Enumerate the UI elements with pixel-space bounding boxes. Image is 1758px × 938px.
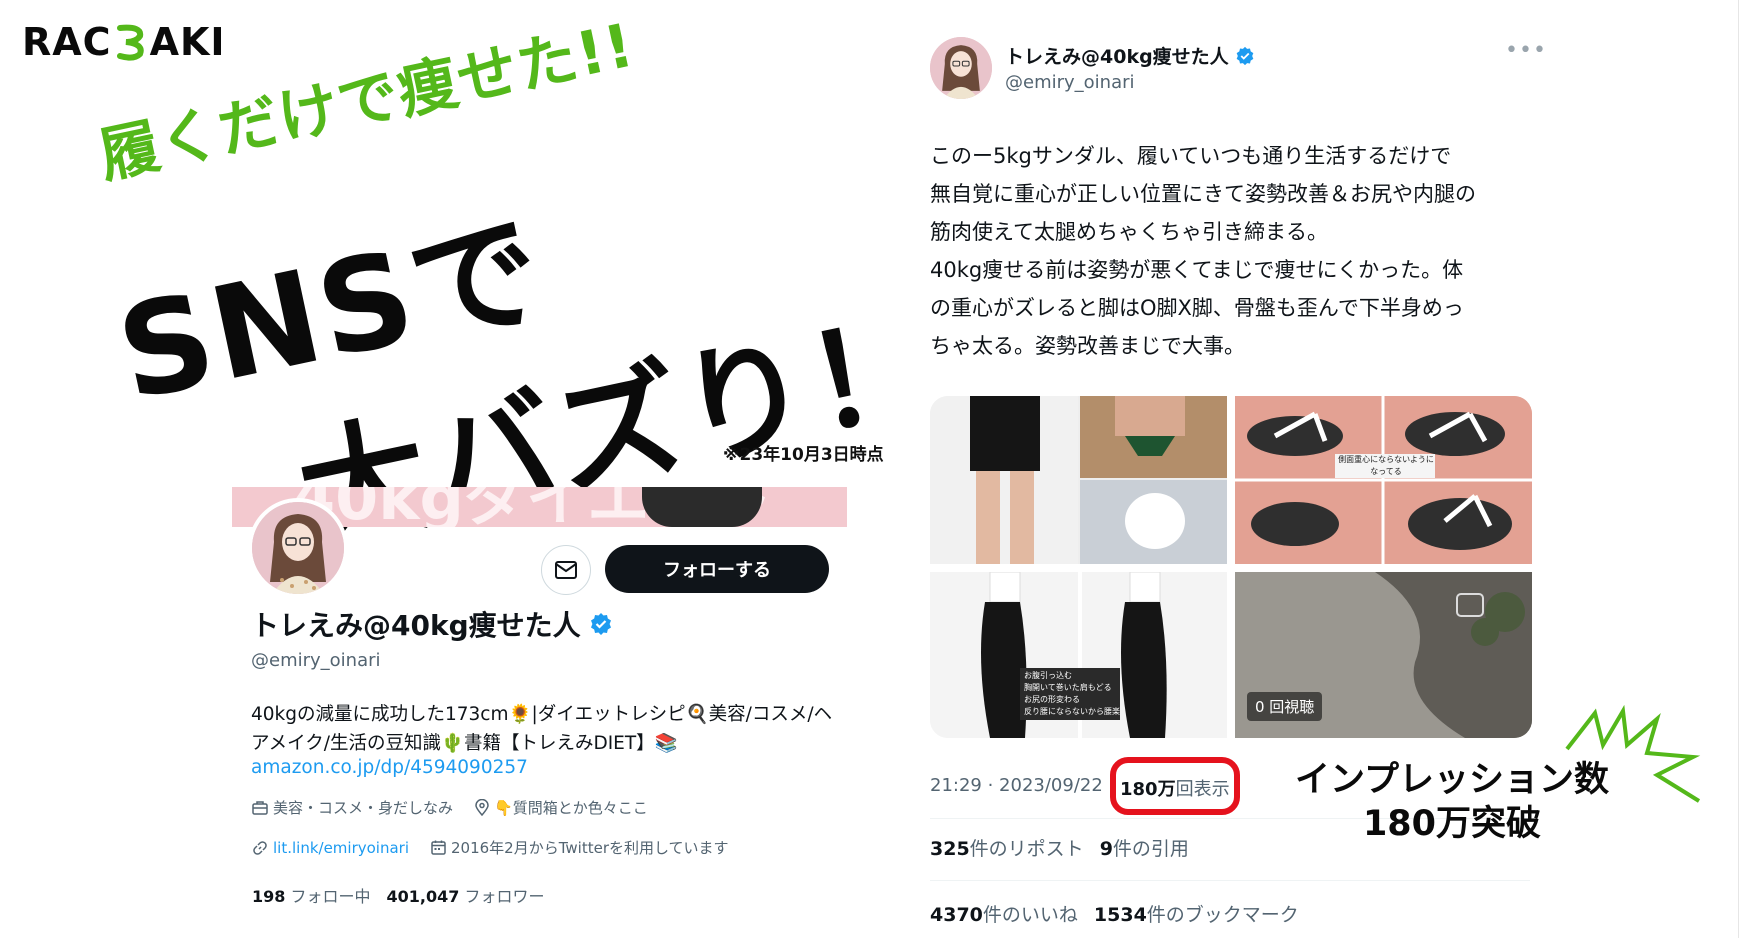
followers-link[interactable]: 401,047 フォロワー — [387, 883, 545, 907]
bookmarks-count: 1534 — [1093, 904, 1147, 926]
following-count: 198 — [252, 887, 286, 906]
profile-category-text: 美容・コスメ・身だしなみ — [273, 799, 454, 817]
divider — [930, 880, 1530, 881]
bookmarks-link[interactable]: 1534件のブックマーク — [1094, 900, 1299, 927]
quotes-count: 9 — [1099, 838, 1113, 860]
views-highlight-box — [1110, 757, 1240, 815]
bookmarks-label: 件のブックマーク — [1146, 904, 1299, 926]
tweet-text: このー5kgサンダル、履いていつも通り生活するだけで 無自覚に重心が正しい位置に… — [930, 137, 1540, 365]
tweet-line: ちゃ太る。姿勢改善まじで大事。 — [930, 334, 1245, 358]
date-note: ※23年10月3日時点 — [723, 445, 884, 465]
following-link[interactable]: 198 フォロー中 — [252, 883, 371, 907]
profile-name-text: トレえみ@40kg痩せた人 — [251, 609, 581, 642]
followers-label: フォロワー — [464, 887, 545, 906]
location-pin-icon — [475, 799, 489, 816]
avatar-illustration-icon — [930, 37, 992, 99]
media-image-1[interactable] — [930, 396, 1227, 564]
link-icon — [253, 840, 267, 855]
profile-location: 👇質問箱とか色々ここ — [475, 797, 648, 818]
profile-category: 美容・コスメ・身だしなみ — [252, 797, 453, 818]
profile-name: トレえみ@40kg痩せた人 — [251, 604, 613, 644]
media-image-2[interactable]: 側面重心にならないように なってる — [1235, 396, 1532, 564]
profile-bio-link[interactable]: amazon.co.jp/dp/4594090257 — [251, 757, 528, 778]
tweet-line: 筋肉使えて太腿めちゃくちゃ引き締まる。 — [930, 220, 1328, 244]
followers-count: 401,047 — [386, 887, 460, 906]
right-edge-panel — [1738, 0, 1758, 938]
profile-joined: 2016年2月からTwitterを利用しています — [431, 837, 729, 858]
verified-badge-icon — [1236, 46, 1254, 65]
impression-callout-line2: 180万突破 — [1362, 804, 1541, 844]
sandals-photo-icon — [1235, 396, 1532, 564]
envelope-icon — [555, 561, 577, 579]
media-video[interactable]: 0 回視聴 — [1235, 572, 1532, 738]
verified-badge-icon — [590, 613, 611, 635]
racbaki-logo: RAC AKI — [22, 20, 226, 64]
message-button[interactable] — [541, 545, 591, 595]
reposts-link[interactable]: 325件のリポスト — [930, 834, 1084, 861]
media-caption: なってる — [1370, 467, 1402, 476]
tweet-line: 40kg痩せる前は姿勢が悪くてまじで痩せにくかった。体 — [930, 258, 1464, 282]
tweet-stats-row1: 325件のリポスト 9件の引用 — [930, 834, 1189, 861]
profile-joined-text: 2016年2月からTwitterを利用しています — [451, 839, 729, 857]
video-view-count: 0 回視聴 — [1247, 692, 1323, 721]
profile-avatar[interactable] — [248, 498, 348, 598]
profile-follow-counts: 198 フォロー中 401,047 フォロワー — [252, 883, 545, 907]
quotes-label: 件の引用 — [1112, 838, 1189, 860]
briefcase-icon — [252, 801, 268, 815]
reposts-label: 件のリポスト — [969, 838, 1084, 860]
media-caption: お尻の形変わる — [1024, 695, 1080, 704]
media-caption: 胸開いて巻いた肩もどる — [1024, 683, 1112, 692]
tweet-line: このー5kgサンダル、履いていつも通り生活するだけで — [930, 144, 1452, 168]
banner-figure — [642, 487, 762, 527]
impression-callout-line1: インプレッション数 — [1295, 760, 1609, 800]
follow-button[interactable]: フォローする — [605, 545, 829, 593]
profile-location-text: 👇質問箱とか色々ここ — [494, 799, 648, 817]
profile-meta-row1: 美容・コスメ・身だしなみ 👇質問箱とか色々ここ — [252, 797, 648, 818]
following-label: フォロー中 — [290, 887, 371, 906]
logo-swirl-icon — [116, 24, 144, 61]
media-caption: 反り腰にならないから腰楽 — [1024, 707, 1120, 716]
logo-text-left: RAC — [22, 20, 112, 64]
tweet-media-grid: 側面重心にならないように なってる お腹引っ込む 胸開いて巻いた肩もどる お尻の… — [930, 396, 1532, 738]
tweet-author-handle[interactable]: @emiry_oinari — [1005, 72, 1135, 93]
tweet-author-name[interactable]: トレえみ@40kg痩せた人 — [1005, 42, 1255, 69]
likes-label: 件のいいね — [982, 904, 1078, 926]
calendar-icon — [431, 840, 446, 855]
more-options-icon[interactable]: ••• — [1505, 38, 1547, 63]
media-caption: お腹引っ込む — [1024, 671, 1072, 680]
avatar-illustration-icon — [252, 502, 344, 594]
tweet-timestamp[interactable]: 21:29 · 2023/09/22 · — [930, 775, 1114, 796]
tweet-author-name-text: トレえみ@40kg痩せた人 — [1005, 46, 1229, 68]
profile-handle: @emiry_oinari — [251, 650, 381, 671]
media-image-3[interactable]: お腹引っ込む 胸開いて巻いた肩もどる お尻の形変わる 反り腰にならないから腰楽 — [930, 572, 1227, 738]
likes-link[interactable]: 4370件のいいね — [930, 900, 1078, 927]
tweet-stats-row2: 4370件のいいね 1534件のブックマーク — [930, 900, 1299, 927]
tweet-line: 無自覚に重心が正しい位置にきて姿勢改善＆お尻や内腿の — [930, 182, 1476, 206]
quotes-link[interactable]: 9件の引用 — [1100, 834, 1189, 861]
logo-text-right: AKI — [149, 20, 226, 64]
profile-bio: 40kgの減量に成功した173cm🌻|ダイエットレシピ🍳美容/コスメ/ヘアメイク… — [251, 704, 833, 754]
profile-url[interactable]: lit.link/emiryoinari — [252, 837, 409, 858]
impression-callout: インプレッション数 180万突破 — [1295, 758, 1609, 846]
media-caption: 側面重心にならないように — [1338, 455, 1434, 464]
likes-count: 4370 — [930, 904, 983, 926]
tweet-line: の重心がズレると脚はO脚X脚、骨盤も歪んで下半身めっ — [930, 296, 1464, 320]
profile-url-text[interactable]: lit.link/emiryoinari — [273, 839, 409, 857]
tweet-avatar[interactable] — [930, 37, 992, 99]
reposts-count: 325 — [930, 838, 970, 860]
profile-meta-row2: lit.link/emiryoinari 2016年2月からTwitterを利用… — [252, 837, 729, 858]
legs-photo-icon — [930, 396, 1227, 564]
